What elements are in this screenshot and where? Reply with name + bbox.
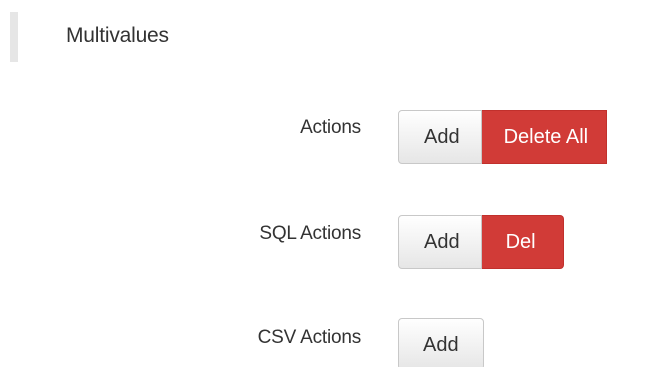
actions-delete-all-button[interactable]: Delete All [481,110,608,164]
csv-actions-add-button[interactable]: Add [398,318,484,367]
actions-button-group: Add Delete All [398,110,608,164]
multivalues-panel: Multivalues Actions Add Delete All SQL A… [0,0,651,367]
csv-actions-label: CSV Actions [257,327,362,348]
csv-actions-button-group: Add [398,318,484,367]
sql-actions-del-button[interactable]: Del [481,215,564,269]
section-title: Multivalues [66,24,169,47]
section-accent-bar [10,12,18,62]
sql-actions-add-button[interactable]: Add [398,215,482,269]
sql-actions-button-group: Add Del [398,215,564,269]
actions-add-button[interactable]: Add [398,110,482,164]
sql-actions-label: SQL Actions [259,223,361,244]
actions-label: Actions [300,117,361,138]
